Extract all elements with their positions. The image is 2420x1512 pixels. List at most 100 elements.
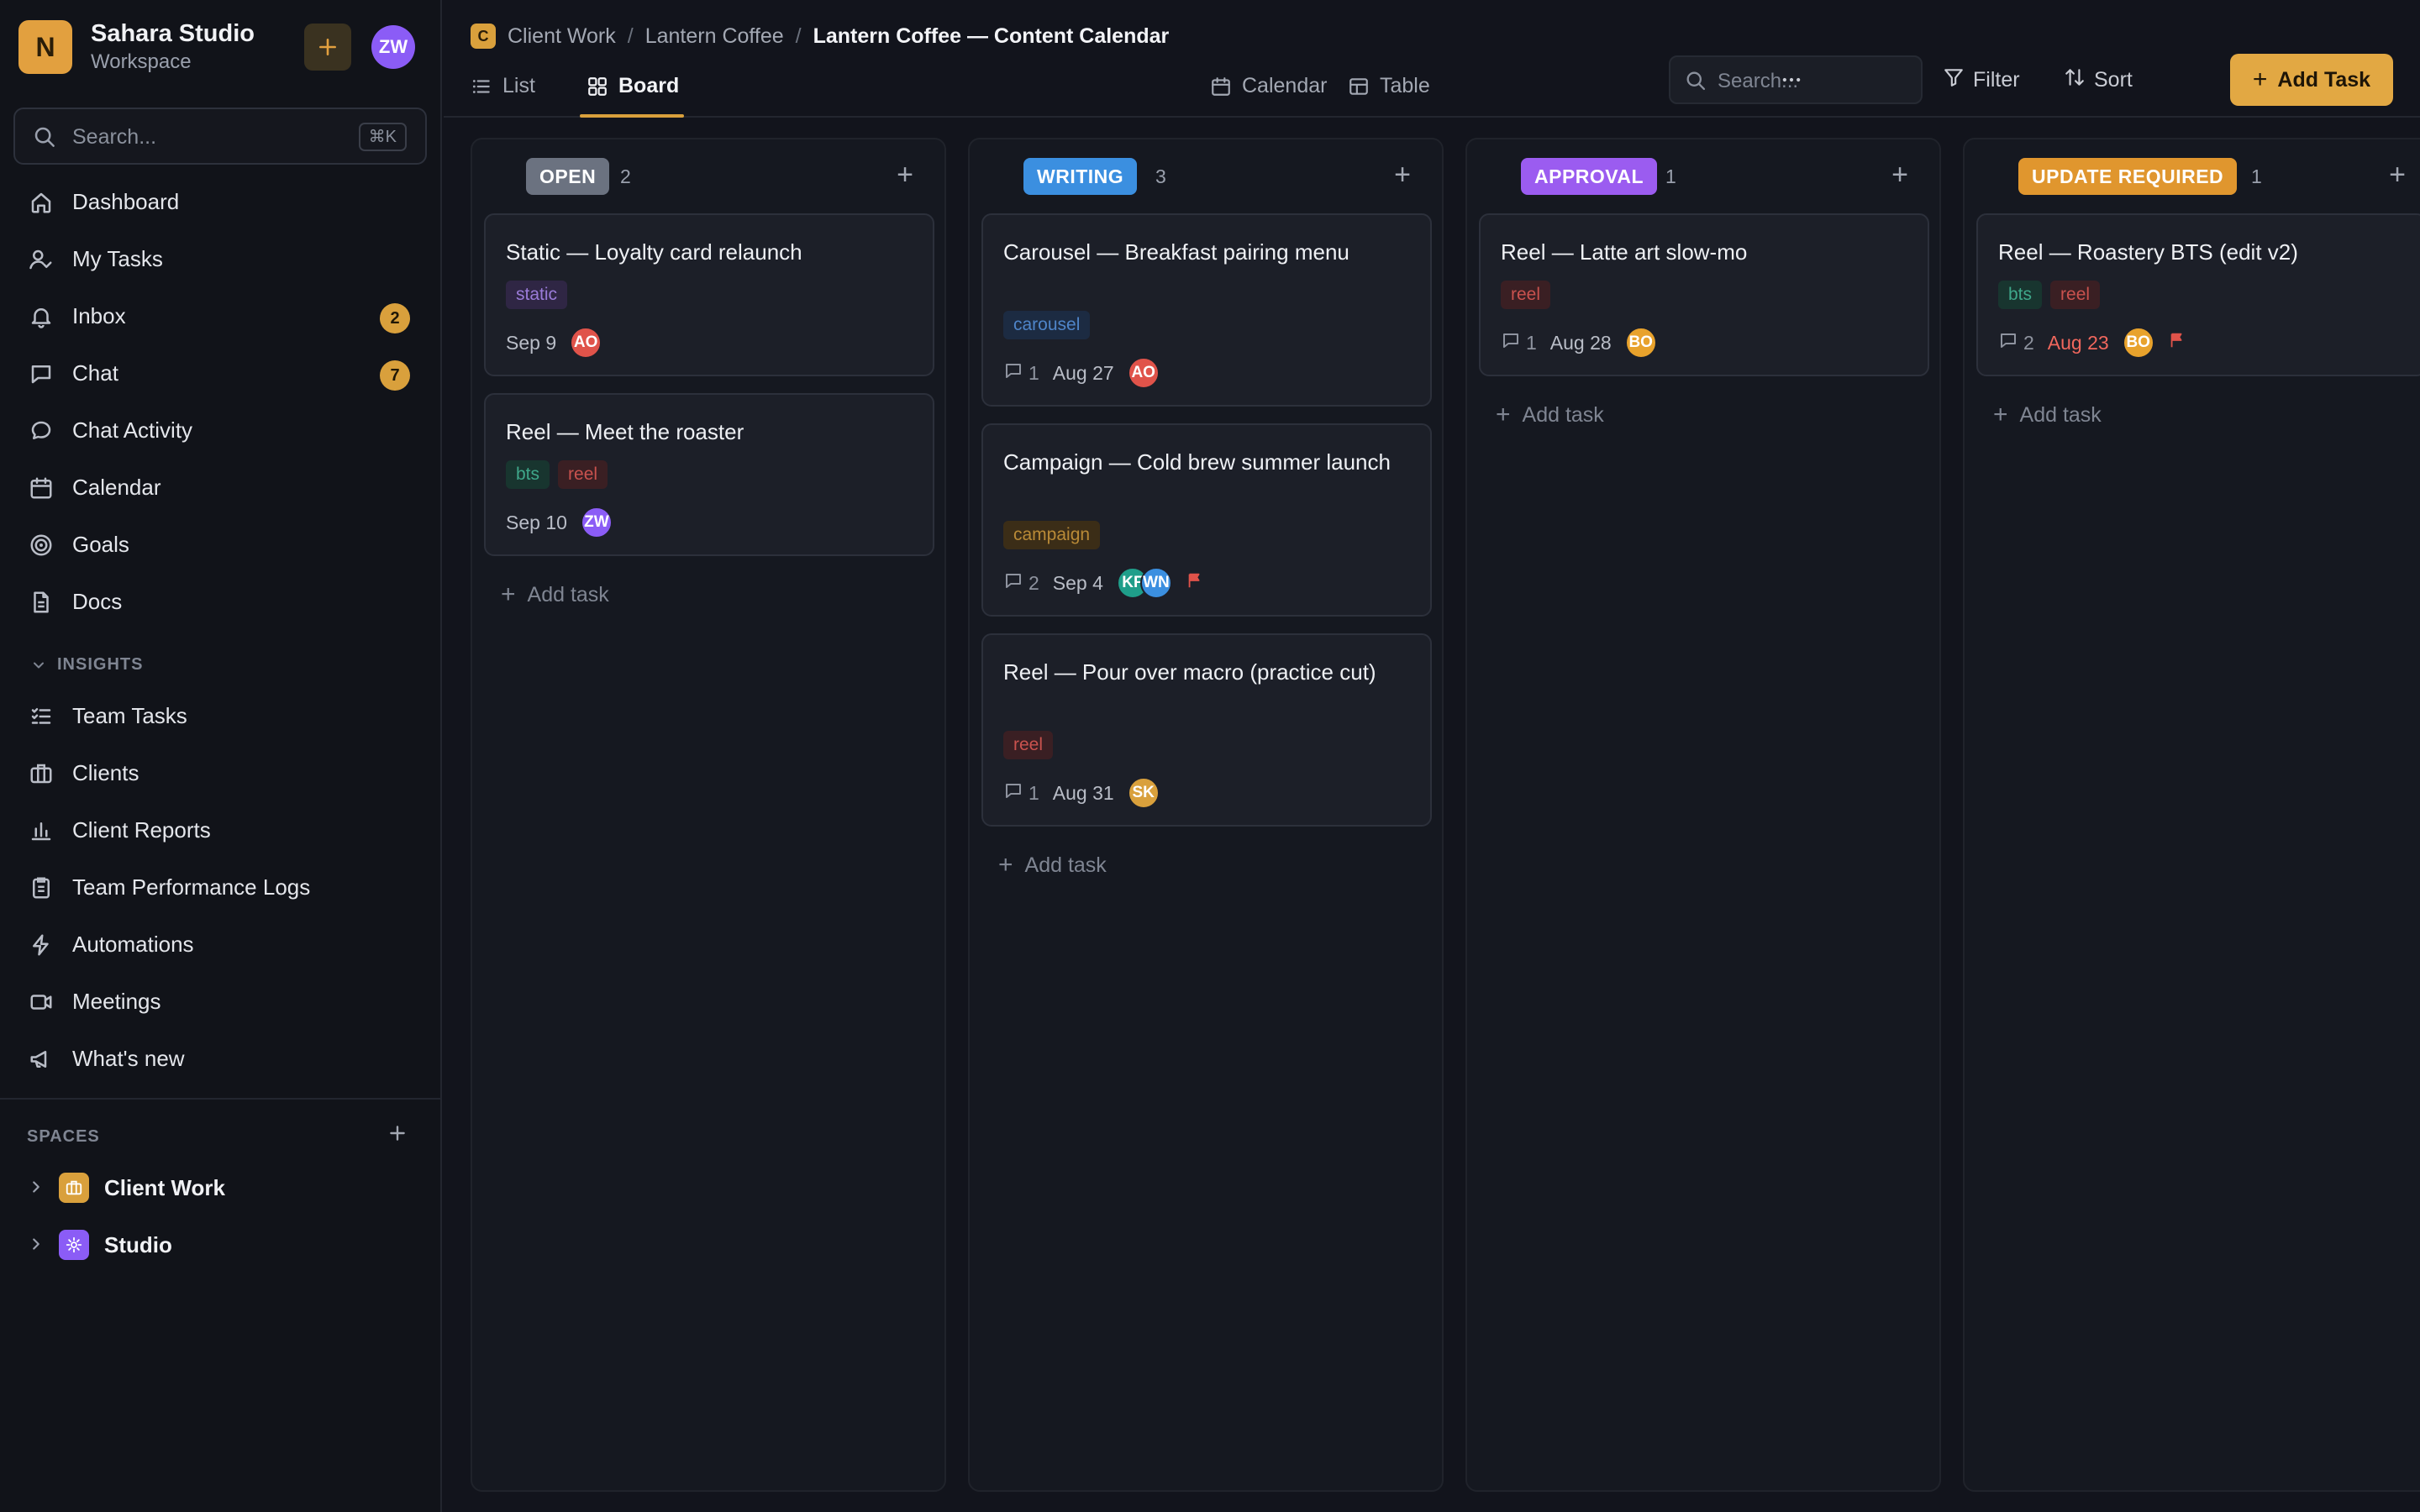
more-options-button[interactable] bbox=[1775, 64, 1808, 96]
due-date[interactable]: Aug 28 bbox=[1550, 332, 1612, 354]
priority-flag-icon[interactable] bbox=[1186, 571, 1204, 595]
tag-carousel[interactable]: carousel bbox=[1003, 311, 1091, 339]
sidebar-item-inbox[interactable]: Inbox 2 bbox=[13, 291, 429, 341]
comment-count[interactable]: 2 bbox=[1003, 570, 1039, 596]
due-date[interactable]: Aug 23 bbox=[2048, 332, 2109, 354]
sort-button[interactable]: Sort bbox=[2064, 64, 2133, 96]
task-title: Reel — Latte art slow-mo bbox=[1501, 239, 1748, 265]
filter-button[interactable]: Filter bbox=[1943, 64, 2020, 96]
add-task-inline-button[interactable]: + Add task bbox=[1993, 398, 2102, 432]
sidebar-item-label: Team Tasks bbox=[72, 703, 187, 728]
priority-flag-icon[interactable] bbox=[2168, 331, 2186, 354]
breadcrumb-item[interactable]: Client Work bbox=[508, 24, 616, 49]
create-new-button[interactable] bbox=[304, 24, 351, 71]
add-task-to-column-button[interactable]: + bbox=[2383, 160, 2412, 190]
add-task-inline-label: Add task bbox=[1024, 853, 1107, 877]
user-avatar[interactable]: ZW bbox=[371, 25, 415, 69]
assignee-avatar[interactable]: AO bbox=[1127, 357, 1160, 389]
page-header: C Client Work / Lantern Coffee / Lantern… bbox=[444, 0, 2420, 118]
status-pill[interactable]: UPDATE REQUIRED bbox=[2018, 158, 2238, 195]
due-date[interactable]: Aug 31 bbox=[1053, 782, 1114, 805]
sidebar-item-client-reports[interactable]: Client Reports bbox=[13, 805, 429, 855]
due-date[interactable]: Aug 27 bbox=[1053, 362, 1114, 385]
sidebar-item-chat-activity[interactable]: Chat Activity bbox=[13, 405, 429, 455]
task-card[interactable]: Carousel — Breakfast pairing menu carous… bbox=[981, 213, 1432, 407]
status-pill[interactable]: WRITING bbox=[1023, 158, 1138, 195]
chevron-right-icon[interactable] bbox=[27, 1235, 45, 1257]
task-title: Reel — Pour over macro (practice cut) bbox=[1003, 659, 1376, 685]
app-root: N Sahara Studio Workspace ZW Search... ⌘… bbox=[0, 0, 2420, 1512]
sidebar-item-clients[interactable]: Clients bbox=[13, 748, 429, 798]
tab-calendar[interactable]: Calendar bbox=[1210, 67, 1327, 118]
assignee-avatar[interactable]: BO bbox=[1624, 327, 1657, 359]
comment-count[interactable]: 2 bbox=[1998, 330, 2034, 355]
sidebar-item-what-s-new[interactable]: What's new bbox=[13, 1033, 429, 1084]
comment-count[interactable]: 1 bbox=[1501, 330, 1537, 355]
tag-reel[interactable]: reel bbox=[2050, 281, 2101, 309]
due-date[interactable]: Sep 10 bbox=[506, 512, 567, 534]
column-task-count: 1 bbox=[2251, 165, 2262, 187]
workspace-logo[interactable]: N bbox=[18, 20, 72, 74]
add-task-button[interactable]: + Add Task bbox=[2230, 54, 2393, 106]
add-task-to-column-button[interactable]: + bbox=[1886, 160, 1914, 190]
breadcrumb-separator: / bbox=[627, 24, 634, 48]
add-task-inline-label: Add task bbox=[1522, 402, 1604, 427]
space-item-studio[interactable]: Studio bbox=[13, 1220, 429, 1270]
tag-reel[interactable]: reel bbox=[1501, 281, 1551, 309]
filter-label: Filter bbox=[1973, 67, 2020, 92]
space-item-client-work[interactable]: Client Work bbox=[13, 1163, 429, 1213]
document-icon bbox=[29, 590, 54, 615]
sidebar-item-chat[interactable]: Chat 7 bbox=[13, 348, 429, 398]
assignee-avatar[interactable]: ZW bbox=[580, 507, 613, 538]
sidebar-item-team-performance-logs[interactable]: Team Performance Logs bbox=[13, 862, 429, 912]
status-pill[interactable]: OPEN bbox=[526, 158, 610, 195]
sidebar-item-docs[interactable]: Docs bbox=[13, 576, 429, 627]
tab-table[interactable]: Table bbox=[1348, 67, 1430, 118]
assignee-avatar[interactable]: SK bbox=[1127, 777, 1160, 809]
add-space-button[interactable] bbox=[387, 1122, 413, 1149]
sidebar-search-input[interactable]: Search... ⌘K bbox=[13, 108, 427, 165]
assignee-avatar[interactable]: WN bbox=[1139, 567, 1172, 599]
task-card[interactable]: Static — Loyalty card relaunch static Se… bbox=[484, 213, 934, 376]
tag-bts[interactable]: bts bbox=[1998, 281, 2043, 309]
task-card[interactable]: Reel — Meet the roaster bts reel Sep 10 Z… bbox=[484, 393, 934, 556]
add-task-to-column-button[interactable]: + bbox=[891, 160, 919, 190]
add-task-label: Add Task bbox=[2277, 67, 2371, 92]
sidebar-item-automations[interactable]: Automations bbox=[13, 919, 429, 969]
sidebar-item-label: Goals bbox=[72, 532, 129, 557]
breadcrumb-item[interactable]: Lantern Coffee bbox=[645, 24, 784, 49]
tab-list[interactable]: List bbox=[471, 67, 538, 118]
due-date[interactable]: Sep 4 bbox=[1053, 572, 1103, 595]
sidebar-item-goals[interactable]: Goals bbox=[13, 519, 429, 570]
tab-label: List bbox=[502, 74, 535, 97]
tag-reel[interactable]: reel bbox=[1003, 731, 1054, 759]
task-card[interactable]: Campaign — Cold brew summer launch campa… bbox=[981, 423, 1432, 617]
tab-board[interactable]: Board bbox=[580, 67, 684, 118]
sidebar-item-meetings[interactable]: Meetings bbox=[13, 976, 429, 1026]
add-task-inline-button[interactable]: + Add task bbox=[998, 848, 1107, 882]
sidebar-item-team-tasks[interactable]: Team Tasks bbox=[13, 690, 429, 741]
task-card[interactable]: Reel — Pour over macro (practice cut) re… bbox=[981, 633, 1432, 827]
chevron-right-icon[interactable] bbox=[27, 1178, 45, 1200]
sidebar-item-label: Dashboard bbox=[72, 189, 180, 214]
sidebar-item-dashboard[interactable]: Dashboard bbox=[13, 176, 429, 227]
workspace-name[interactable]: Sahara Studio bbox=[91, 20, 255, 48]
status-pill[interactable]: APPROVAL bbox=[1521, 158, 1658, 195]
sidebar-item-calendar[interactable]: Calendar bbox=[13, 462, 429, 512]
tag-campaign[interactable]: campaign bbox=[1003, 521, 1101, 549]
assignee-avatar[interactable]: BO bbox=[2122, 327, 2154, 359]
tag-bts[interactable]: bts bbox=[506, 460, 550, 489]
task-card[interactable]: Reel — Roastery BTS (edit v2) bts reel 2 … bbox=[1976, 213, 2420, 376]
tag-reel[interactable]: reel bbox=[558, 460, 608, 489]
add-task-inline-button[interactable]: + Add task bbox=[501, 578, 609, 612]
comment-count[interactable]: 1 bbox=[1003, 360, 1039, 386]
add-task-inline-button[interactable]: + Add task bbox=[1496, 398, 1604, 432]
due-date[interactable]: Sep 9 bbox=[506, 332, 556, 354]
sidebar-item-my-tasks[interactable]: My Tasks bbox=[13, 234, 429, 284]
task-card[interactable]: Reel — Latte art slow-mo reel 1 Aug 28 B… bbox=[1479, 213, 1929, 376]
comment-count[interactable]: 1 bbox=[1003, 780, 1039, 806]
insights-section-header[interactable]: INSIGHTS bbox=[30, 655, 143, 675]
tag-static[interactable]: static bbox=[506, 281, 568, 309]
assignee-avatar[interactable]: AO bbox=[570, 327, 602, 359]
add-task-to-column-button[interactable]: + bbox=[1388, 160, 1417, 190]
